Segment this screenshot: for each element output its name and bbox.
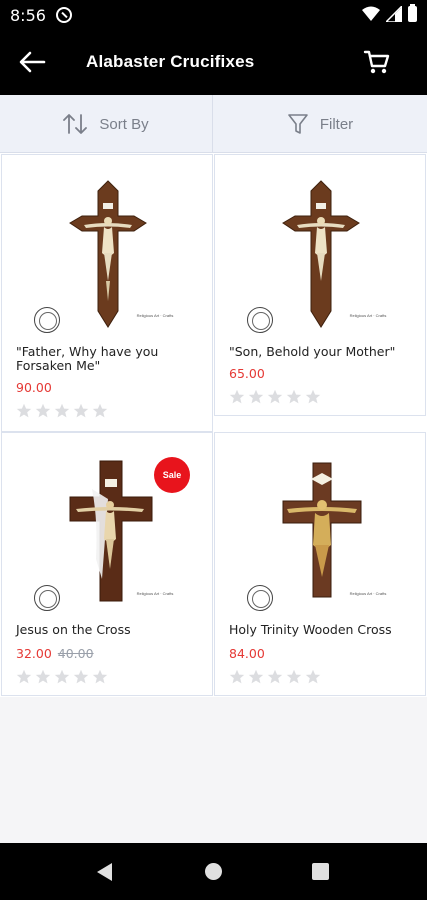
product-price: 90.00 [16, 380, 52, 395]
star-icon [267, 389, 283, 404]
star-icon [16, 403, 32, 418]
star-icon [35, 669, 51, 684]
system-navigation-bar [0, 843, 427, 900]
product-card[interactable]: Religious Art · Crafts "Father, Why have… [1, 154, 213, 432]
page-title: Alabaster Crucifixes [86, 52, 255, 71]
star-icon [54, 669, 70, 684]
rating-stars [229, 669, 321, 685]
back-arrow-icon[interactable] [16, 48, 48, 76]
watermark-text: Religious Art · Crafts [349, 591, 387, 596]
product-old-price: 40.00 [57, 646, 94, 661]
product-price: 65.00 [229, 366, 265, 381]
nav-home-icon[interactable] [205, 863, 222, 880]
star-icon [229, 669, 245, 684]
filter-label: Filter [319, 115, 354, 133]
sort-filter-bar: Sort By Filter [0, 95, 427, 153]
status-icons [362, 4, 417, 22]
star-icon [229, 389, 245, 404]
price-row: 32.00 40.00 [16, 646, 94, 661]
product-card[interactable]: Religious Art · Crafts "Son, Behold your… [214, 154, 426, 416]
watermark-text: Religious Art · Crafts [349, 313, 387, 318]
star-icon [92, 669, 108, 684]
do-not-disturb-icon [56, 7, 72, 23]
product-price: 32.00 [16, 646, 52, 661]
product-price: 84.00 [229, 646, 265, 661]
brand-seal-logo [34, 307, 60, 333]
star-icon [305, 389, 321, 404]
status-bar: 8:56 [0, 0, 427, 30]
star-icon [286, 389, 302, 404]
filter-funnel-icon [288, 114, 308, 134]
star-icon [248, 669, 264, 684]
cart-icon[interactable] [363, 48, 391, 76]
sort-button[interactable]: Sort By [0, 95, 213, 153]
signal-icon [386, 6, 402, 22]
product-name: "Father, Why have you Forsaken Me" [16, 344, 159, 373]
star-icon [73, 403, 89, 418]
nav-back-icon[interactable] [97, 863, 112, 881]
brand-seal-logo [247, 585, 273, 611]
product-card[interactable]: Religious Art · Crafts Holy Trinity Wood… [214, 432, 426, 696]
product-grid: Religious Art · Crafts "Father, Why have… [0, 153, 427, 697]
nav-recents-icon[interactable] [312, 863, 329, 880]
star-icon [305, 669, 321, 684]
status-time: 8:56 [10, 6, 46, 25]
price-row: 84.00 [229, 646, 265, 661]
star-icon [54, 403, 70, 418]
star-icon [16, 669, 32, 684]
app-bar: Alabaster Crucifixes [0, 30, 427, 95]
star-icon [35, 403, 51, 418]
price-row: 65.00 [229, 366, 265, 381]
product-name: "Son, Behold your Mother" [229, 344, 396, 359]
product-name: Jesus on the Cross [16, 622, 131, 637]
filter-button[interactable]: Filter [214, 95, 427, 153]
price-row: 90.00 [16, 380, 52, 395]
star-icon [73, 669, 89, 684]
watermark-text: Religious Art · Crafts [136, 313, 174, 318]
rating-stars [16, 403, 108, 419]
product-card[interactable]: Sale Religious Art · Crafts Jesus on the… [1, 432, 213, 696]
wifi-icon [362, 6, 380, 21]
rating-stars [229, 389, 321, 405]
sale-badge: Sale [154, 457, 190, 493]
product-name: Holy Trinity Wooden Cross [229, 622, 392, 637]
star-icon [92, 403, 108, 418]
star-icon [248, 389, 264, 404]
battery-icon [408, 4, 417, 22]
sort-arrows-icon [63, 114, 88, 134]
watermark-text: Religious Art · Crafts [136, 591, 174, 596]
sort-label: Sort By [99, 115, 149, 133]
star-icon [286, 669, 302, 684]
star-icon [267, 669, 283, 684]
brand-seal-logo [34, 585, 60, 611]
brand-seal-logo [247, 307, 273, 333]
rating-stars [16, 669, 108, 685]
